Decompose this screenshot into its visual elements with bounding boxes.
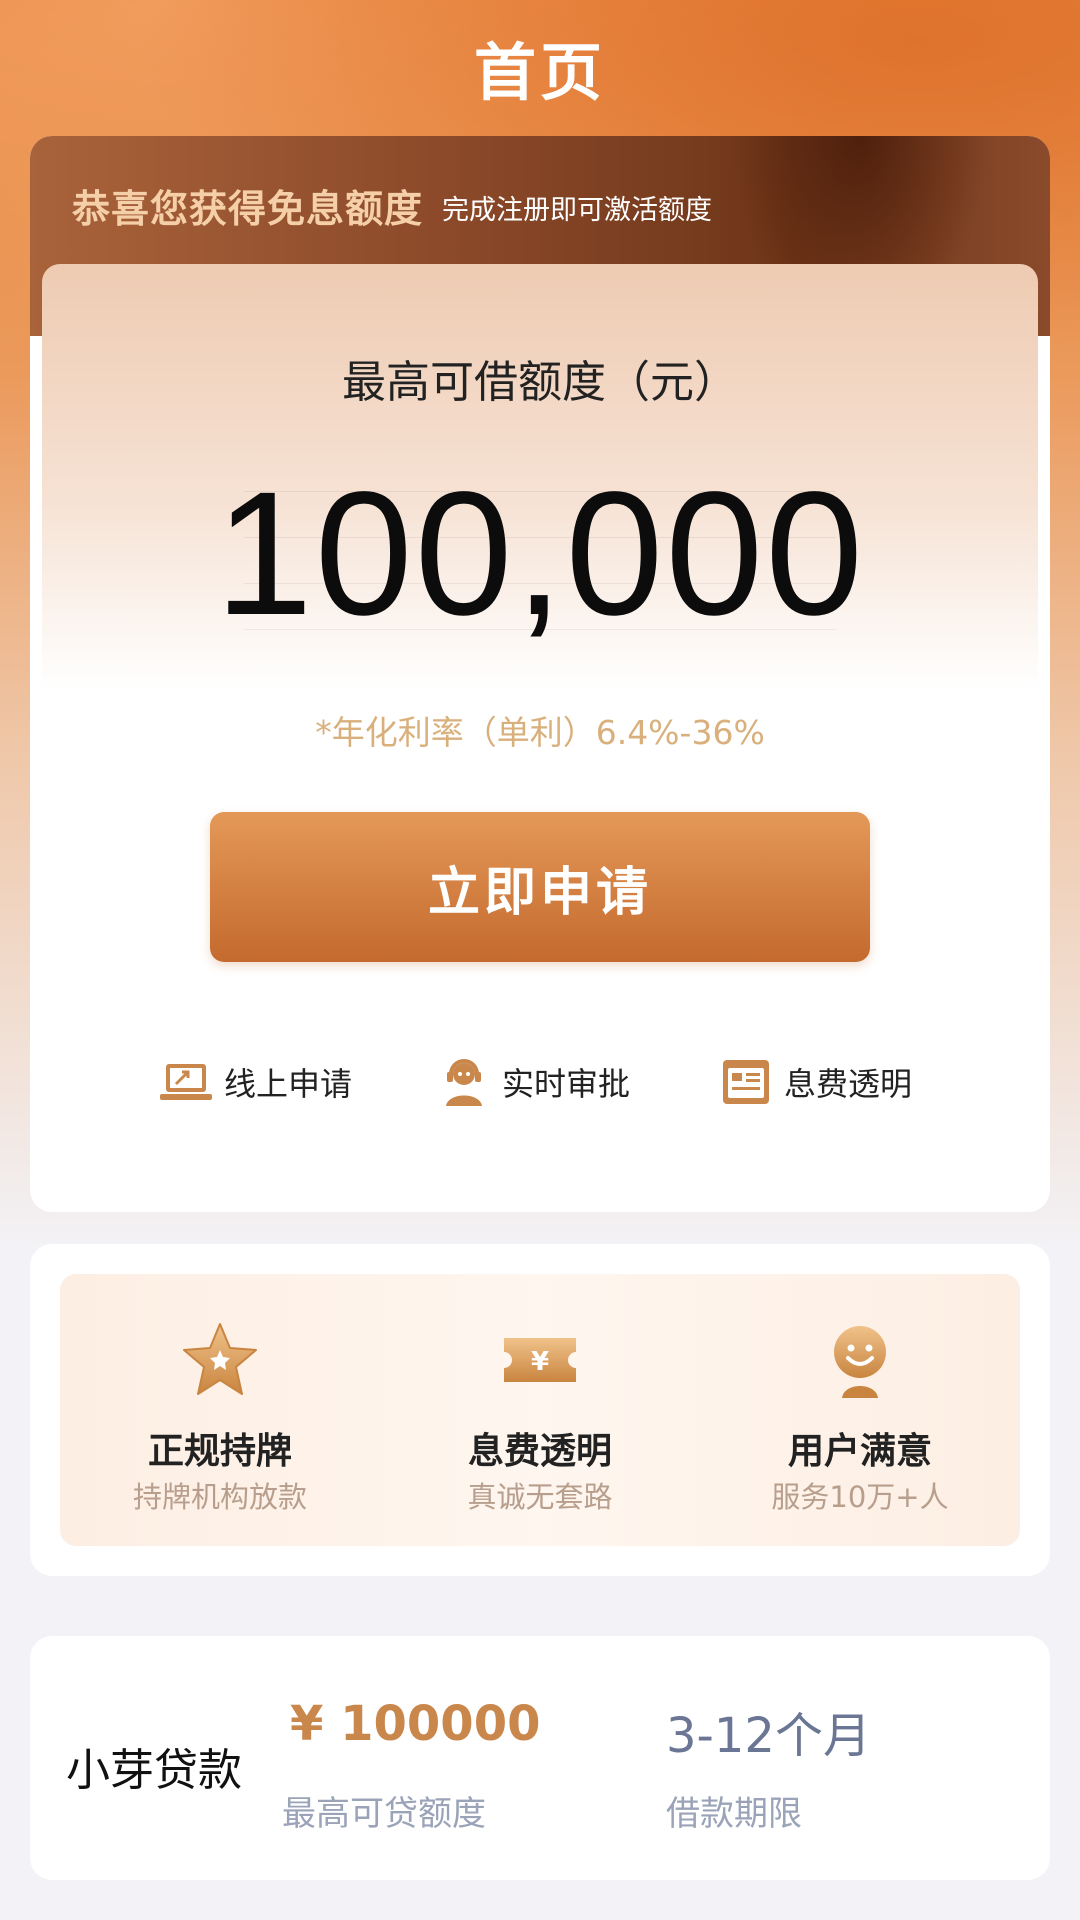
- trust-badges-panel: 正规持牌 持牌机构放款 ¥ 息费透明 真诚无套路 用户满意 服务10万+人: [60, 1274, 1020, 1546]
- yen-ticket-icon: ¥: [504, 1338, 576, 1382]
- limit-amount: 100,000: [214, 456, 866, 652]
- trust-badges-card: 正规持牌 持牌机构放款 ¥ 息费透明 真诚无套路 用户满意 服务10万+人: [30, 1244, 1050, 1576]
- trust-title: 息费透明: [467, 1431, 612, 1472]
- smiley-icon: [834, 1326, 886, 1398]
- trust-item-licensed: 正规持牌 持牌机构放款: [60, 1274, 380, 1546]
- feature-label: 息费透明: [784, 1065, 913, 1103]
- trust-subtitle: 服务10万+人: [771, 1480, 949, 1514]
- loan-term-label: 借款期限: [666, 1794, 802, 1834]
- feature-label: 实时审批: [502, 1065, 631, 1103]
- document-icon: [723, 1060, 769, 1104]
- trust-subtitle: 持牌机构放款: [132, 1480, 307, 1514]
- laptop-icon: [160, 1064, 212, 1100]
- trust-title: 用户满意: [787, 1431, 932, 1472]
- limit-label: 最高可借额度（元）: [342, 357, 738, 408]
- credit-limit-card: 恭喜您获得免息额度 完成注册即可激活额度 最高可借额度（元） 100,000 *…: [30, 136, 1050, 1212]
- star-icon: [183, 1323, 257, 1395]
- feature-label: 线上申请: [224, 1065, 353, 1103]
- apply-now-button[interactable]: 立即申请: [210, 812, 870, 962]
- page-title: 首页: [473, 36, 606, 109]
- loan-product-card[interactable]: 小芽贷款 ¥ 100000 最高可贷额度 3-12个月 借款期限: [30, 1636, 1050, 1880]
- trust-item-satisfaction: 用户满意 服务10万+人: [700, 1274, 1020, 1546]
- loan-product-name: 小芽贷款: [66, 1745, 242, 1796]
- trust-title: 正规持牌: [147, 1431, 292, 1472]
- feature-realtime-approval: 实时审批: [438, 1054, 630, 1110]
- interest-rate-note: *年化利率（单利）6.4%-36%: [315, 713, 765, 752]
- svg-text:¥: ¥: [531, 1347, 549, 1377]
- feature-online-apply: 线上申请: [160, 1054, 352, 1110]
- trust-item-transparent: ¥ 息费透明 真诚无套路: [380, 1274, 700, 1546]
- feature-transparent-fees: 息费透明: [720, 1054, 912, 1110]
- feature-row: 线上申请 实时审批 息费透明: [30, 1054, 1050, 1110]
- loan-max-amount: ¥ 100000: [290, 1696, 541, 1752]
- promo-title: 恭喜您获得免息额度: [72, 187, 424, 231]
- support-agent-icon: [446, 1059, 482, 1106]
- promo-subtitle: 完成注册即可激活额度: [442, 195, 712, 226]
- loan-term: 3-12个月: [666, 1708, 871, 1764]
- trust-subtitle: 真诚无套路: [467, 1480, 613, 1514]
- loan-max-amount-label: 最高可贷额度: [282, 1794, 486, 1834]
